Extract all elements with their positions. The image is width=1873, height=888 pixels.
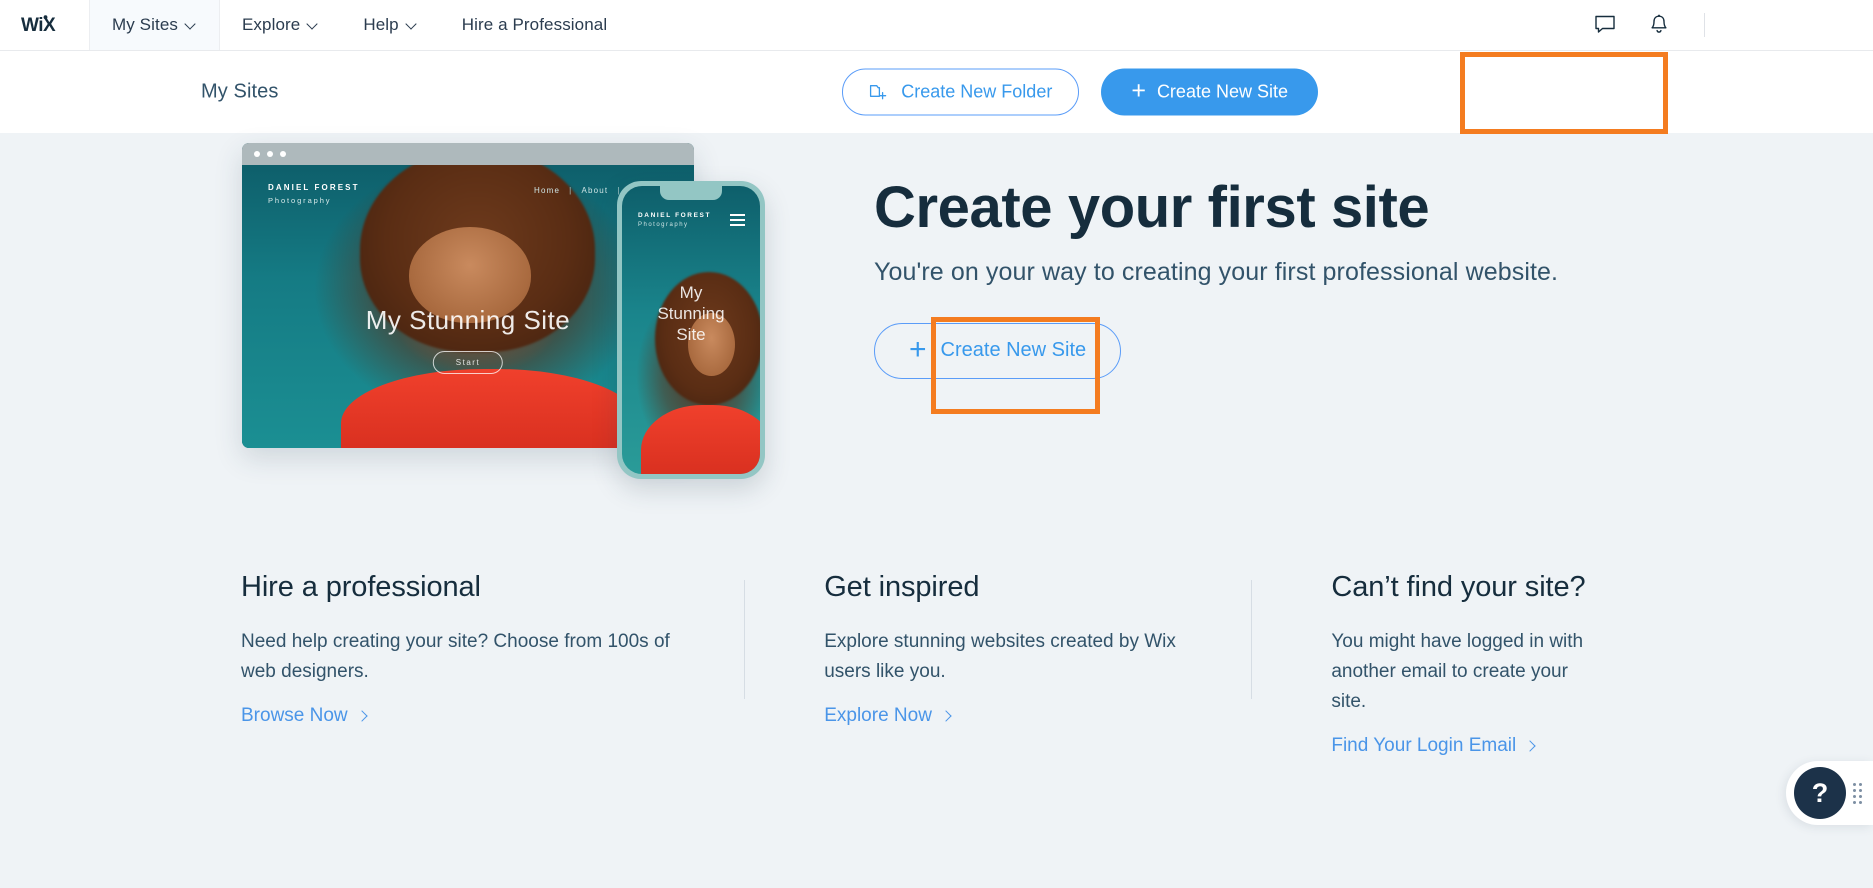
phone-viewport: DANIEL FOREST Photography My Stunning Si…: [622, 186, 760, 474]
model-jacket-shape: [341, 368, 640, 448]
folder-plus-icon: [870, 84, 887, 99]
nav-item-my-sites-label: My Sites: [112, 15, 178, 34]
chevron-down-icon: [308, 19, 319, 30]
site-preview-illustration: DANIEL FOREST Photography Home | About |…: [242, 143, 772, 483]
info-card-get-inspired: Get inspired Explore stunning websites c…: [744, 571, 1251, 757]
browser-dot: [280, 151, 286, 157]
phone-site-title: My Stunning Site: [622, 282, 760, 345]
chevron-right-icon: [942, 712, 951, 721]
nav-item-explore[interactable]: Explore: [218, 0, 341, 50]
card-heading: Can’t find your site?: [1331, 571, 1586, 603]
page-title: Create your first site: [874, 175, 1430, 240]
chat-bubble-icon: [1595, 15, 1615, 33]
svg-text:WiX: WiX: [21, 15, 56, 36]
card-body: Explore stunning websites created by Wix…: [824, 631, 1176, 682]
phone-title-line3: Site: [676, 325, 706, 344]
wix-logo-icon: WiX: [21, 15, 57, 36]
card-body: Need help creating your site? Choose fro…: [241, 631, 670, 682]
create-new-site-button-top[interactable]: + Create New Site: [1101, 68, 1318, 116]
wix-logo[interactable]: WiX: [0, 0, 89, 50]
find-login-email-label: Find Your Login Email: [1331, 735, 1517, 756]
nav-item-my-sites[interactable]: My Sites: [89, 0, 219, 50]
info-cards-row: Hire a professional Need help creating y…: [241, 571, 1641, 757]
chevron-right-icon: [1526, 742, 1535, 751]
plus-icon: +: [909, 332, 927, 366]
nav-item-hire-label: Hire a Professional: [461, 15, 608, 34]
drag-handle-icon[interactable]: [1851, 781, 1863, 805]
browser-title-bar: [242, 143, 694, 165]
info-card-cant-find-your-site: Can’t find your site? You might have log…: [1251, 571, 1641, 757]
phone-notch: [660, 186, 722, 200]
top-navigation-bar: WiX My Sites Explore Help Hire a Profess…: [0, 0, 1873, 51]
phone-title-line2: Stunning: [657, 304, 725, 323]
mockup-brand: DANIEL FOREST Photography: [268, 183, 360, 205]
chevron-down-icon: [407, 19, 418, 30]
browser-dot: [267, 151, 273, 157]
create-new-folder-label: Create New Folder: [901, 81, 1053, 102]
explore-now-label: Explore Now: [824, 705, 932, 726]
chevron-down-icon: [186, 19, 197, 30]
mockup-nav-sep: |: [569, 186, 573, 195]
browse-now-label: Browse Now: [241, 705, 348, 726]
nav-item-explore-label: Explore: [241, 15, 301, 34]
top-bar-actions: [1578, 0, 1873, 50]
mobile-phone-mockup: DANIEL FOREST Photography My Stunning Si…: [617, 181, 765, 479]
plus-icon: +: [1131, 76, 1146, 105]
question-mark-icon: ?: [1811, 777, 1829, 808]
mockup-nav-about: About: [581, 186, 609, 195]
sub-header-actions: Create New Folder + Create New Site: [842, 68, 1318, 116]
hamburger-icon: [730, 214, 745, 229]
card-heading: Get inspired: [824, 571, 980, 603]
nav-item-hire-a-professional[interactable]: Hire a Professional: [440, 0, 630, 50]
nav-item-help-label: Help: [363, 15, 399, 34]
card-body: You might have logged in with another em…: [1331, 631, 1584, 712]
main-nav-items: My Sites Explore Help Hire a Professiona…: [89, 0, 629, 50]
main-content-area: DANIEL FOREST Photography Home | About |…: [0, 133, 1873, 888]
card-divider: [1251, 580, 1253, 699]
chevron-right-icon: [358, 712, 367, 721]
mockup-site-cta: Start: [432, 351, 504, 374]
phone-brand-line2: Photography: [638, 222, 689, 228]
breadcrumb: My Sites: [201, 80, 279, 103]
mockup-brand-line2: Photography: [268, 196, 332, 205]
card-heading: Hire a professional: [241, 571, 481, 603]
model-jacket-shape: [641, 404, 760, 474]
browse-now-link[interactable]: Browse Now: [241, 705, 367, 727]
phone-brand-line1: DANIEL FOREST: [638, 212, 712, 219]
create-new-site-button-hero[interactable]: + Create New Site: [874, 322, 1122, 379]
hero-text-block: Create your first site You're on your wa…: [874, 175, 1634, 379]
header-divider: [1704, 13, 1705, 37]
page-subtitle: You're on your way to creating your firs…: [874, 257, 1559, 286]
help-button[interactable]: ?: [1794, 767, 1846, 819]
info-card-hire-a-professional: Hire a professional Need help creating y…: [241, 571, 744, 757]
sub-header-bar: My Sites Create New Folder + Create New …: [0, 51, 1873, 133]
mockup-nav-home: Home: [534, 186, 561, 195]
mockup-brand-line1: DANIEL FOREST: [268, 183, 360, 192]
create-new-folder-button[interactable]: Create New Folder: [842, 68, 1080, 116]
notification-bell-icon: [1651, 14, 1667, 33]
help-widget: ?: [1786, 761, 1873, 825]
notification-bell-button[interactable]: [1632, 0, 1686, 51]
phone-title-line1: My: [679, 283, 703, 302]
create-new-site-top-label: Create New Site: [1156, 81, 1288, 102]
phone-mockup-brand: DANIEL FOREST Photography: [638, 212, 711, 228]
explore-now-link[interactable]: Explore Now: [824, 705, 951, 727]
create-new-site-hero-label: Create New Site: [940, 339, 1087, 362]
chat-bubble-button[interactable]: [1578, 0, 1632, 51]
nav-item-help[interactable]: Help: [341, 0, 439, 50]
find-your-login-email-link[interactable]: Find Your Login Email: [1331, 735, 1535, 757]
browser-dot: [254, 151, 260, 157]
card-divider: [744, 580, 746, 699]
